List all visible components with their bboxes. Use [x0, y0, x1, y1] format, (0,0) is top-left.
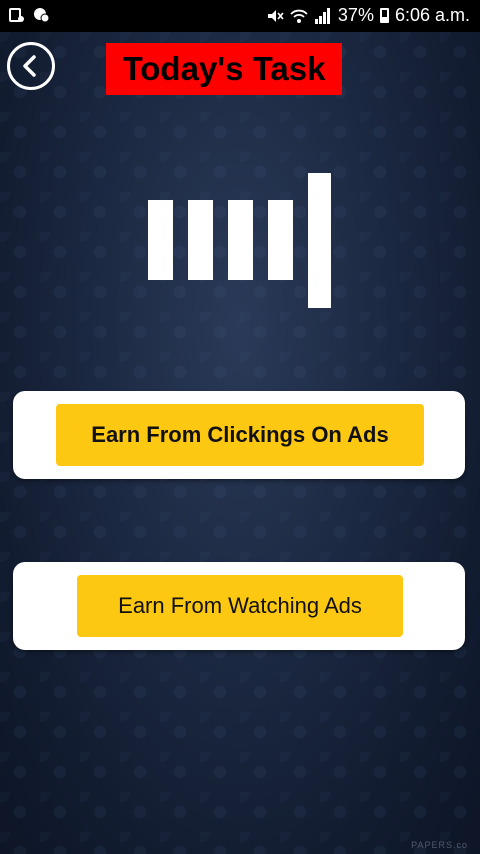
bar-2 [188, 200, 213, 280]
watching-ads-card: Earn From Watching Ads [13, 562, 465, 650]
bar-1 [148, 200, 173, 280]
back-button[interactable] [7, 42, 55, 90]
status-bar: 37% 6:06 a.m. [0, 0, 480, 32]
signal-icon [314, 7, 330, 24]
mute-icon [267, 9, 284, 22]
clicking-ads-card: Earn From Clickings On Ads [13, 391, 465, 479]
notification-icon [9, 8, 24, 22]
clock: 6:06 a.m. [394, 5, 470, 25]
chat-icon [34, 8, 50, 23]
battery-icon [379, 8, 389, 23]
bar-3 [228, 200, 253, 280]
battery-percent: 37% [337, 5, 374, 25]
bar-4 [268, 200, 293, 280]
wifi-icon [290, 9, 308, 23]
chevron-left-icon [23, 55, 36, 77]
page-title: Today's Task [106, 43, 342, 95]
earn-clicking-ads-button[interactable]: Earn From Clickings On Ads [56, 404, 424, 466]
bar-5 [308, 173, 331, 308]
earn-watching-ads-button[interactable]: Earn From Watching Ads [77, 575, 403, 637]
watermark: PAPERS.co [411, 840, 468, 850]
